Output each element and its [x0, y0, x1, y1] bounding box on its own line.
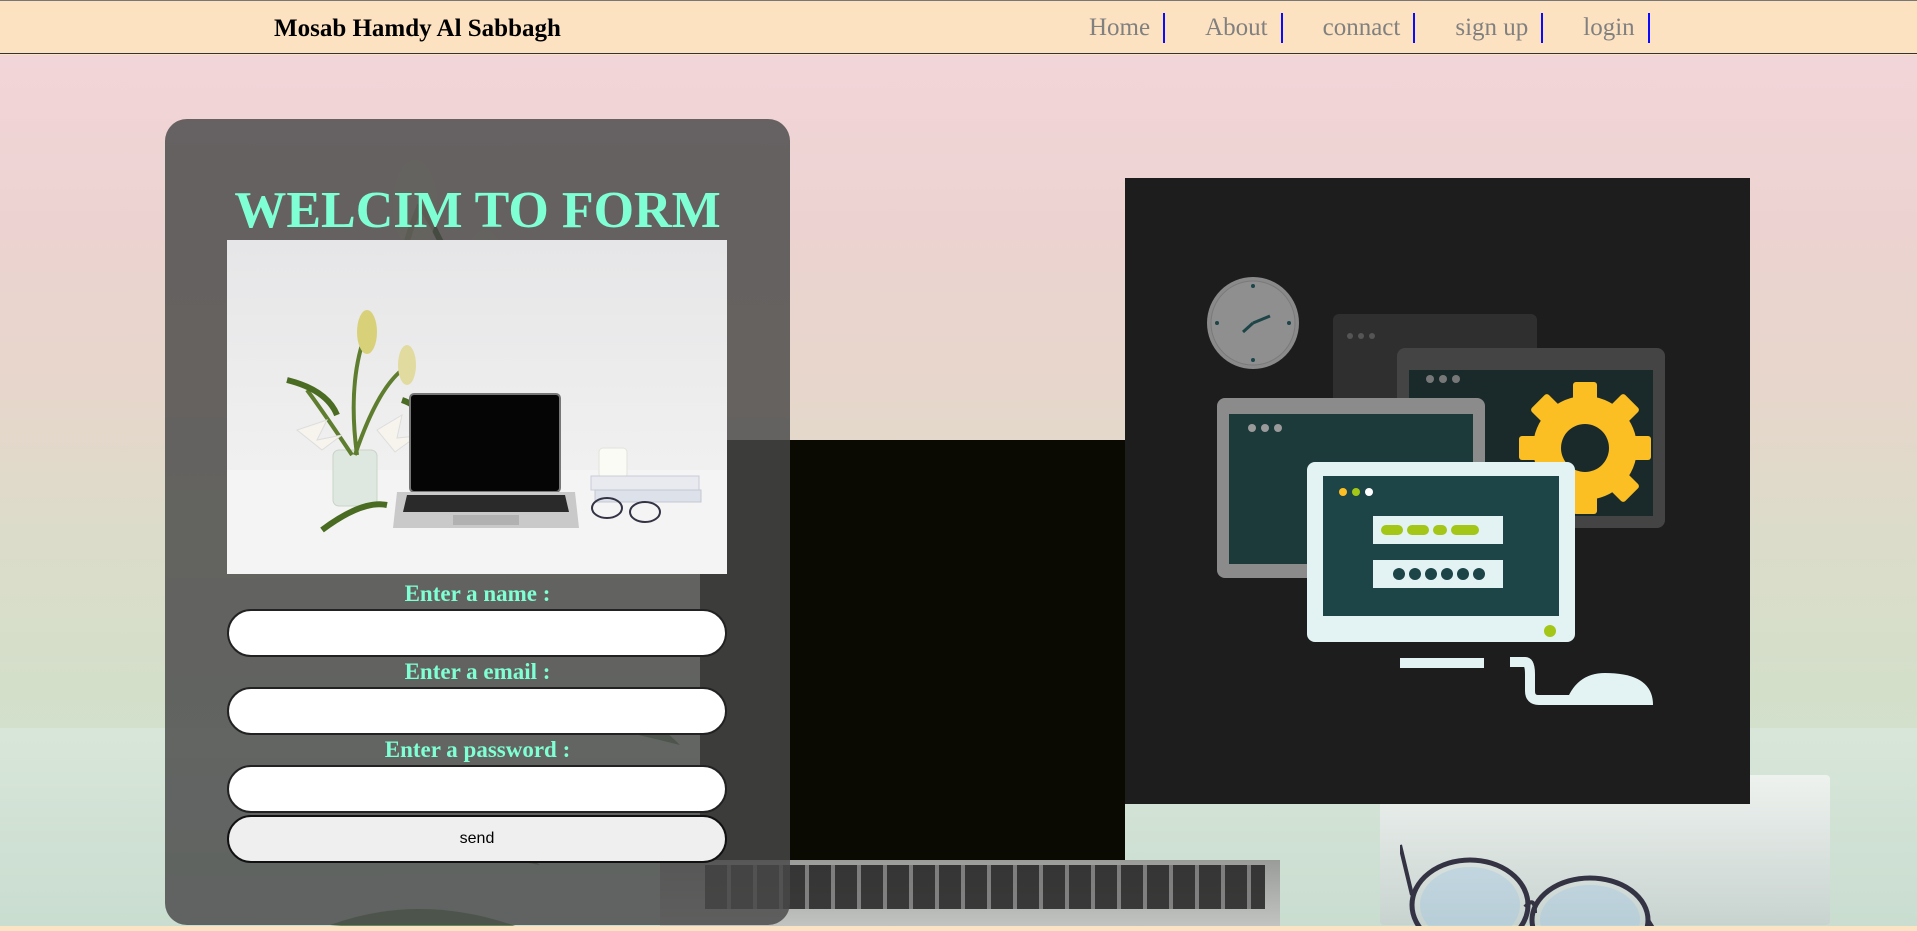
main-nav: Home About connact sign up login: [1074, 13, 1675, 43]
nav-about-link[interactable]: About: [1190, 13, 1283, 43]
send-button[interactable]: send: [227, 815, 727, 863]
nav-home-link[interactable]: Home: [1074, 13, 1166, 43]
computer-settings-illustration: [1207, 277, 1665, 705]
monitor-login-icon: [1307, 462, 1575, 642]
illustration-panel: [1125, 178, 1750, 804]
form-title: WELCIM TO FORM: [234, 182, 721, 239]
footer-strip: [0, 926, 1917, 931]
password-label: Enter a password :: [384, 737, 571, 762]
nav-contact-link[interactable]: connact: [1308, 13, 1416, 43]
email-input[interactable]: [227, 687, 727, 735]
desk-scene-icon: [227, 310, 727, 574]
nav-login-link[interactable]: login: [1568, 13, 1650, 43]
email-label: Enter a email :: [404, 659, 551, 684]
clock-icon: [1207, 277, 1299, 369]
glasses-icon: [1400, 844, 1655, 926]
password-input[interactable]: [227, 765, 727, 813]
mouse-icon: [1510, 657, 1653, 705]
keyboard-icon: [1400, 658, 1484, 668]
top-navbar: Mosab Hamdy Al Sabbagh Home About connac…: [0, 0, 1917, 54]
site-brand: Mosab Hamdy Al Sabbagh: [274, 15, 561, 42]
name-label: Enter a name :: [404, 581, 551, 606]
signup-form-panel: WELCIM TO FORM Enter a name: Enter a em…: [165, 119, 790, 925]
name-input[interactable]: [227, 609, 727, 657]
nav-signup-link[interactable]: sign up: [1440, 13, 1544, 43]
desk-photo: [227, 240, 727, 574]
